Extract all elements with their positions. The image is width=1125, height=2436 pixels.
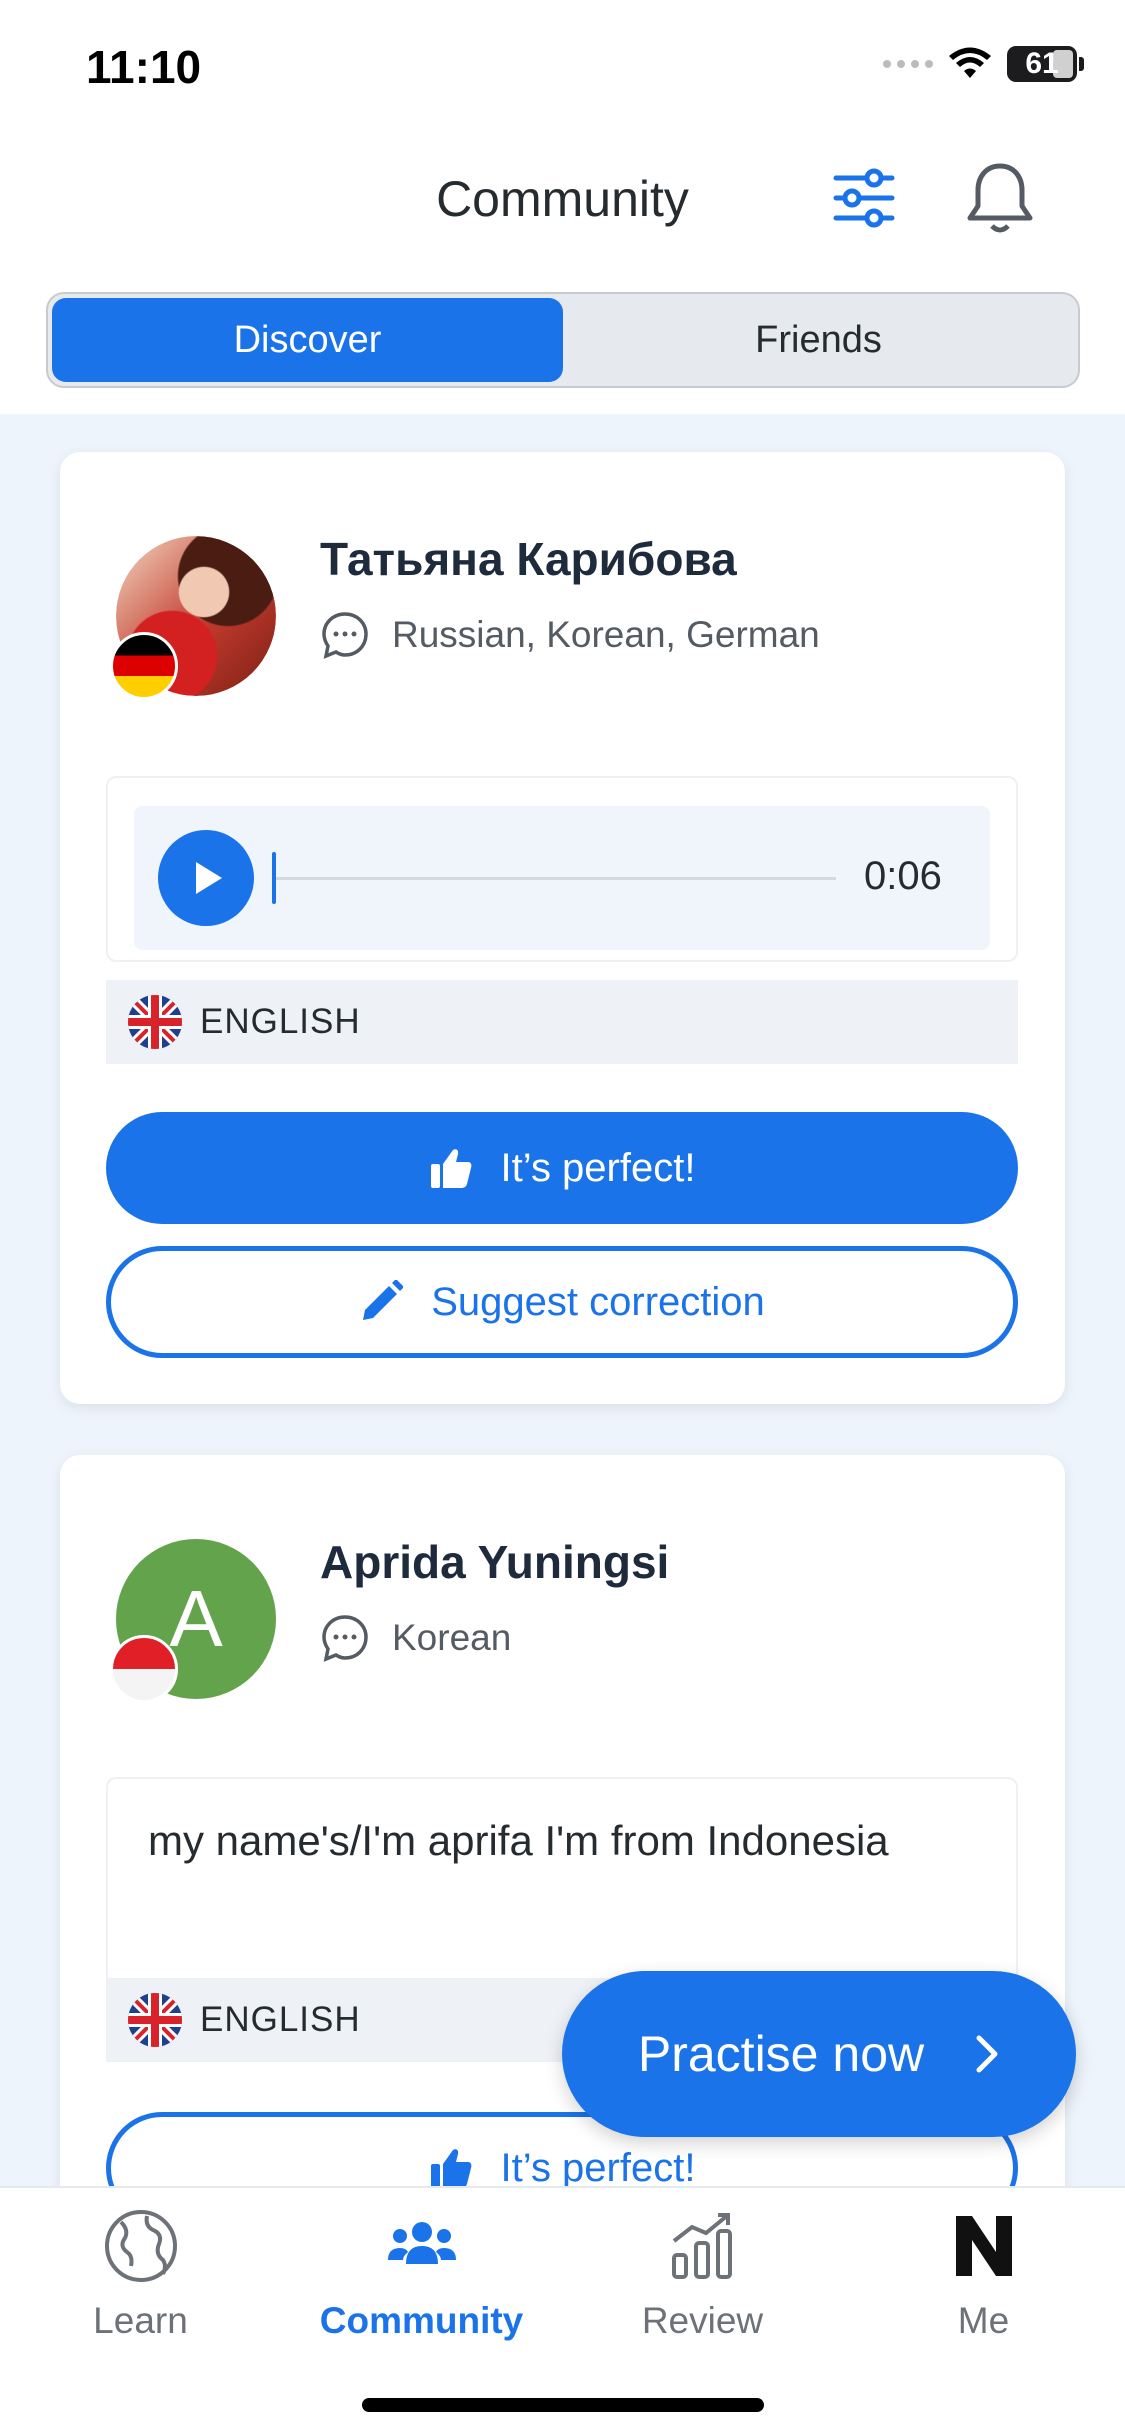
- suggest-correction-label: Suggest correction: [431, 1279, 765, 1324]
- indonesia-flag-icon: [110, 1635, 178, 1703]
- audio-track[interactable]: [276, 877, 836, 880]
- play-icon: [196, 862, 222, 894]
- cellular-signal-icon: [883, 60, 933, 68]
- page-title: Community: [436, 171, 689, 227]
- its-perfect-button[interactable]: It’s perfect!: [106, 1112, 1018, 1224]
- feed-segmented-control: Discover Friends: [46, 292, 1080, 388]
- audio-post: 0:06: [106, 776, 1018, 962]
- tab-review-label: Review: [641, 2300, 764, 2341]
- tab-learn-label: Learn: [93, 2300, 188, 2341]
- wifi-icon: [949, 47, 991, 78]
- chevron-right-icon: [976, 2035, 998, 2073]
- thumbs-up-icon: [430, 1149, 471, 1188]
- tab-me[interactable]: Me: [843, 2206, 1124, 2342]
- its-perfect-label: It’s perfect!: [500, 1145, 696, 1190]
- tab-discover[interactable]: Discover: [52, 298, 563, 382]
- bar-chart-icon: [671, 2213, 732, 2279]
- practise-now-button[interactable]: Practise now: [562, 1971, 1076, 2137]
- tab-learn[interactable]: Learn: [0, 2206, 281, 2342]
- tab-me-label: Me: [957, 2300, 1010, 2341]
- post-language-label: ENGLISH: [200, 1002, 361, 1041]
- user-languages: Russian, Korean, German: [320, 610, 820, 660]
- user-name[interactable]: Татьяна Карибова: [320, 532, 737, 586]
- profile-n-icon: [955, 2216, 1012, 2276]
- practise-now-label: Practise now: [637, 2026, 925, 2082]
- suggest-correction-button[interactable]: Suggest correction: [106, 1246, 1018, 1358]
- globe-icon: [104, 2210, 177, 2282]
- post-language-bar: ENGLISH: [106, 980, 1018, 1064]
- play-button[interactable]: [158, 830, 254, 926]
- home-indicator: [362, 2398, 764, 2412]
- user-name[interactable]: Aprida Yuningsi: [320, 1535, 669, 1589]
- speech-bubble-icon: [322, 1615, 368, 1662]
- speech-bubble-icon: [322, 612, 368, 659]
- thumbs-up-icon: [430, 2149, 471, 2188]
- sliders-icon: [833, 168, 895, 228]
- pencil-icon: [363, 1280, 404, 1320]
- germany-flag-icon: [110, 632, 178, 700]
- audio-duration: 0:06: [864, 854, 942, 898]
- avatar[interactable]: [110, 536, 276, 700]
- uk-flag-icon: [128, 1993, 182, 2047]
- battery-icon: 61: [1007, 46, 1084, 82]
- user-languages: Korean: [320, 1613, 511, 1663]
- notifications-button[interactable]: [964, 160, 1036, 236]
- people-icon: [387, 2222, 456, 2264]
- tab-community[interactable]: Community: [281, 2206, 562, 2342]
- bell-icon: [967, 163, 1033, 233]
- uk-flag-icon: [128, 995, 182, 1049]
- status-time: 11:10: [86, 41, 202, 93]
- its-perfect-label: It’s perfect!: [500, 2145, 696, 2190]
- avatar[interactable]: A: [110, 1539, 276, 1703]
- status-icons: 61: [883, 46, 1084, 82]
- languages-text: Russian, Korean, German: [392, 614, 820, 655]
- filter-button[interactable]: [830, 164, 898, 232]
- tab-community-label: Community: [319, 2300, 524, 2341]
- tab-review[interactable]: Review: [562, 2206, 843, 2342]
- post-text: my name's/I'm aprifa I'm from Indonesia: [148, 1817, 889, 1864]
- post-card: Татьяна Карибова Russian, Korean, German…: [60, 452, 1065, 1404]
- post-language-label: ENGLISH: [200, 2000, 361, 2039]
- languages-text: Korean: [392, 1617, 512, 1658]
- battery-level: 61: [1025, 47, 1059, 80]
- tab-friends[interactable]: Friends: [563, 298, 1074, 382]
- audio-player: 0:06: [134, 806, 990, 950]
